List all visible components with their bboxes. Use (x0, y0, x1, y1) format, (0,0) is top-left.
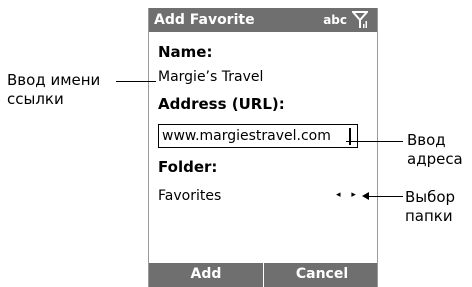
phone-screen: Add Favorite abc Name: Margie’s Travel A… (148, 8, 378, 287)
callout-folder: Выбор папки (405, 188, 455, 226)
callout-url-line2: адреса (407, 150, 463, 168)
callout-name-line2: ссылки (7, 90, 64, 108)
name-field[interactable]: Margie’s Travel (158, 69, 263, 85)
soft-key-divider (263, 263, 264, 287)
url-input[interactable]: www.margiestravel.com (158, 124, 358, 148)
callout-name-line1: Ввод имени (7, 71, 101, 89)
callout-url-line1: Ввод (407, 131, 446, 149)
url-label: Address (URL): (158, 95, 285, 113)
add-button[interactable]: Add (149, 266, 263, 282)
callout-url: Ввод адреса (407, 131, 463, 169)
cancel-button[interactable]: Cancel (265, 266, 379, 282)
callout-name: Ввод имени ссылки (7, 71, 100, 109)
left-right-arrows-icon[interactable]: ◂ ▸ (336, 190, 360, 200)
url-input-value: www.margiestravel.com (162, 128, 331, 144)
callout-folder-line1: Выбор (405, 188, 456, 206)
callout-folder-line (368, 196, 403, 197)
signal-antenna-icon (352, 11, 368, 28)
callout-folder-line2: папки (405, 207, 453, 225)
input-mode-indicator[interactable]: abc (323, 13, 347, 27)
callout-url-line (346, 141, 403, 142)
name-label: Name: (158, 43, 213, 61)
window-title: Add Favorite (154, 12, 255, 28)
soft-key-bar: Add Cancel (149, 263, 377, 287)
folder-selector[interactable]: Favorites (158, 188, 221, 204)
title-bar: Add Favorite abc (149, 8, 377, 32)
text-caret (349, 128, 351, 145)
folder-label: Folder: (158, 158, 218, 176)
callout-name-line (116, 81, 156, 82)
